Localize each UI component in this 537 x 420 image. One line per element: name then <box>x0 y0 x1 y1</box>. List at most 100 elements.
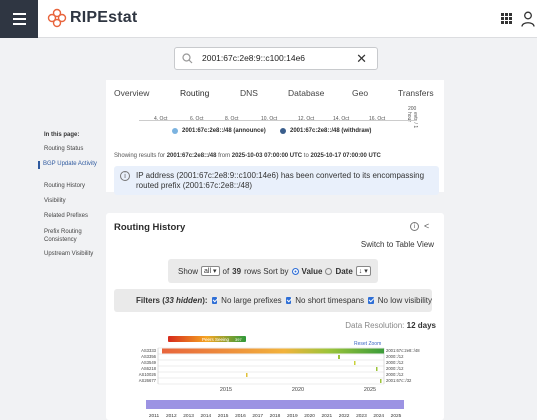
asn-label: AS6218 <box>141 366 157 371</box>
navigator-year-label: 2020 <box>304 413 315 419</box>
navigator-year-label: 2012 <box>166 413 177 419</box>
top-bar: RIPEstat <box>0 0 537 38</box>
x-tick: 14. Oct <box>333 116 350 122</box>
navigator-year-label: 2016 <box>235 413 246 419</box>
prefix-label: 2000::/12 <box>386 372 404 377</box>
logo-text: RIPEstat <box>70 9 138 26</box>
navigator-year-label: 2025 <box>391 413 402 419</box>
asn-label: AS10026 <box>139 372 157 377</box>
no-low-visibility-checkbox[interactable] <box>368 297 374 304</box>
tab-bar: Overview Routing DNS Database Geo Transf… <box>106 80 444 105</box>
peers-max-label: 397 <box>235 337 242 342</box>
show-count-select[interactable]: all ▾ <box>201 266 220 276</box>
page-nav-heading: In this page: <box>44 132 80 138</box>
year-tick: 2025 <box>364 387 376 393</box>
filters-bar: Filters (33 hidden): No large prefixes N… <box>114 289 432 312</box>
logo[interactable]: RIPEstat <box>47 8 137 28</box>
x-tick: 16. Oct <box>369 116 386 122</box>
ripe-logo-icon <box>47 8 67 28</box>
legend-dot-icon <box>172 128 178 134</box>
info-message: i IP address (2001:67c:2e8:9::c100:14e6)… <box>114 166 439 195</box>
search-icon <box>182 53 193 64</box>
showing-results-text: Showing results for 2001:67c:2e8::/48 fr… <box>114 153 381 159</box>
show-rows-controls: Show all ▾ of 39 rows Sort by Value Date… <box>168 259 378 283</box>
navigator-year-label: 2011 <box>149 413 160 419</box>
x-tick: 8. Oct <box>225 116 239 122</box>
peers-seeing-label: Peers Seeing <box>202 337 230 342</box>
route-mark <box>246 373 248 377</box>
asn-label: AS3333 <box>141 348 157 353</box>
legend-dot-icon <box>280 128 286 134</box>
navigator-year-label: 2013 <box>183 413 194 419</box>
x-tick: 10. Oct <box>261 116 278 122</box>
apps-grid-icon[interactable] <box>501 13 512 24</box>
route-mark <box>338 355 340 359</box>
no-large-prefixes-checkbox[interactable] <box>211 297 218 304</box>
tab-overview[interactable]: Overview <box>114 88 149 98</box>
search-input[interactable]: 2001:67c:2e8:9::c100:14e6 ✕ <box>174 47 378 70</box>
nav-item-related-prefixes[interactable]: Related Prefixes <box>44 213 108 221</box>
nav-item-prefix-routing-consistency[interactable]: Prefix Routing Consistency <box>44 229 108 244</box>
prefix-label: 2001:67c::/32 <box>386 378 412 383</box>
navigator-year-label: 2021 <box>322 413 333 419</box>
prefix-label: 2000::/12 <box>386 354 404 359</box>
reset-zoom-button[interactable]: Reset Zoom <box>354 341 381 347</box>
x-tick: 4. Oct <box>154 116 168 122</box>
route-bar-as3333 <box>162 348 384 354</box>
tab-transfers[interactable]: Transfers <box>398 88 434 98</box>
sort-date-radio[interactable] <box>325 267 333 275</box>
nav-item-routing-history[interactable]: Routing History <box>44 183 108 191</box>
asn-label: AS3356 <box>141 354 157 359</box>
sort-direction-select[interactable]: ↓ ▾ <box>355 266 371 276</box>
nav-item-upstream-visibility[interactable]: Upstream Visibility <box>44 251 108 259</box>
x-tick: 12. Oct <box>298 116 315 122</box>
year-tick: 2020 <box>292 387 304 393</box>
routing-history-card: Routing History i < Switch to Table View… <box>106 213 444 420</box>
prefix-label: 2001:67c:2e8::/48 <box>386 348 420 353</box>
tab-database[interactable]: Database <box>288 88 324 98</box>
navigator-year-label: 2017 <box>252 413 263 419</box>
switch-table-view-link[interactable]: Switch to Table View <box>361 240 434 249</box>
navigator-year-label: 2014 <box>201 413 212 419</box>
prefix-label: 2000::/12 <box>386 366 404 371</box>
route-mark <box>354 361 356 365</box>
navigator-years: 2011 2012 2013 2014 2015 2016 2017 2018 2019 2020… <box>149 413 402 419</box>
bgp-activity-panel: 200 evts / 1 hour 4. Oct 6. Oct 8. Oct 1… <box>106 100 444 195</box>
nav-item-routing-status[interactable]: Routing Status <box>44 146 108 154</box>
hamburger-icon <box>12 13 26 15</box>
sort-value-radio[interactable] <box>291 267 299 275</box>
nav-item-bgp-update-activity[interactable]: BGP Update Activity <box>38 161 102 169</box>
info-icon[interactable]: i <box>410 222 419 231</box>
data-resolution: Data Resolution: 12 days <box>345 321 436 330</box>
navigator-year-label: 2019 <box>287 413 298 419</box>
legend-announce[interactable]: 2001:67c:2e8::/48 (announce) <box>172 128 266 134</box>
user-icon[interactable] <box>521 11 535 27</box>
routing-history-svg: Peers Seeing 397 Reset Zoom AS3333 AS335… <box>139 336 420 419</box>
menu-button[interactable] <box>0 0 38 38</box>
y-axis-label: evts / 1 hour <box>406 112 418 129</box>
navigator-year-label: 2015 <box>218 413 229 419</box>
nav-item-visibility[interactable]: Visibility <box>44 198 108 206</box>
asn-label: AS3549 <box>141 360 157 365</box>
navigator-year-label: 2022 <box>339 413 350 419</box>
search-value: 2001:67c:2e8:9::c100:14e6 <box>202 53 306 63</box>
tab-dns[interactable]: DNS <box>240 88 258 98</box>
routing-history-chart[interactable]: Peers Seeing 397 Reset Zoom AS3333 AS335… <box>106 335 444 420</box>
clear-icon[interactable]: ✕ <box>356 51 367 67</box>
navigator-year-label: 2024 <box>373 413 384 419</box>
route-mark <box>380 379 382 383</box>
legend-withdraw[interactable]: 2001:67c:2e8::/48 (withdraw) <box>280 128 371 134</box>
route-mark <box>376 367 378 371</box>
asn-label: AS26677 <box>139 378 157 383</box>
no-short-timespans-checkbox[interactable] <box>285 297 292 304</box>
tab-geo[interactable]: Geo <box>352 88 368 98</box>
year-tick: 2015 <box>220 387 232 393</box>
prefix-label: 2000::/12 <box>386 360 404 365</box>
navigator-year-label: 2018 <box>270 413 281 419</box>
share-icon[interactable]: < <box>424 221 429 231</box>
routing-history-title: Routing History <box>114 222 186 233</box>
timeline-navigator[interactable] <box>146 400 404 409</box>
info-icon: i <box>120 171 130 181</box>
x-tick: 6. Oct <box>190 116 204 122</box>
navigator-year-label: 2023 <box>356 413 367 419</box>
